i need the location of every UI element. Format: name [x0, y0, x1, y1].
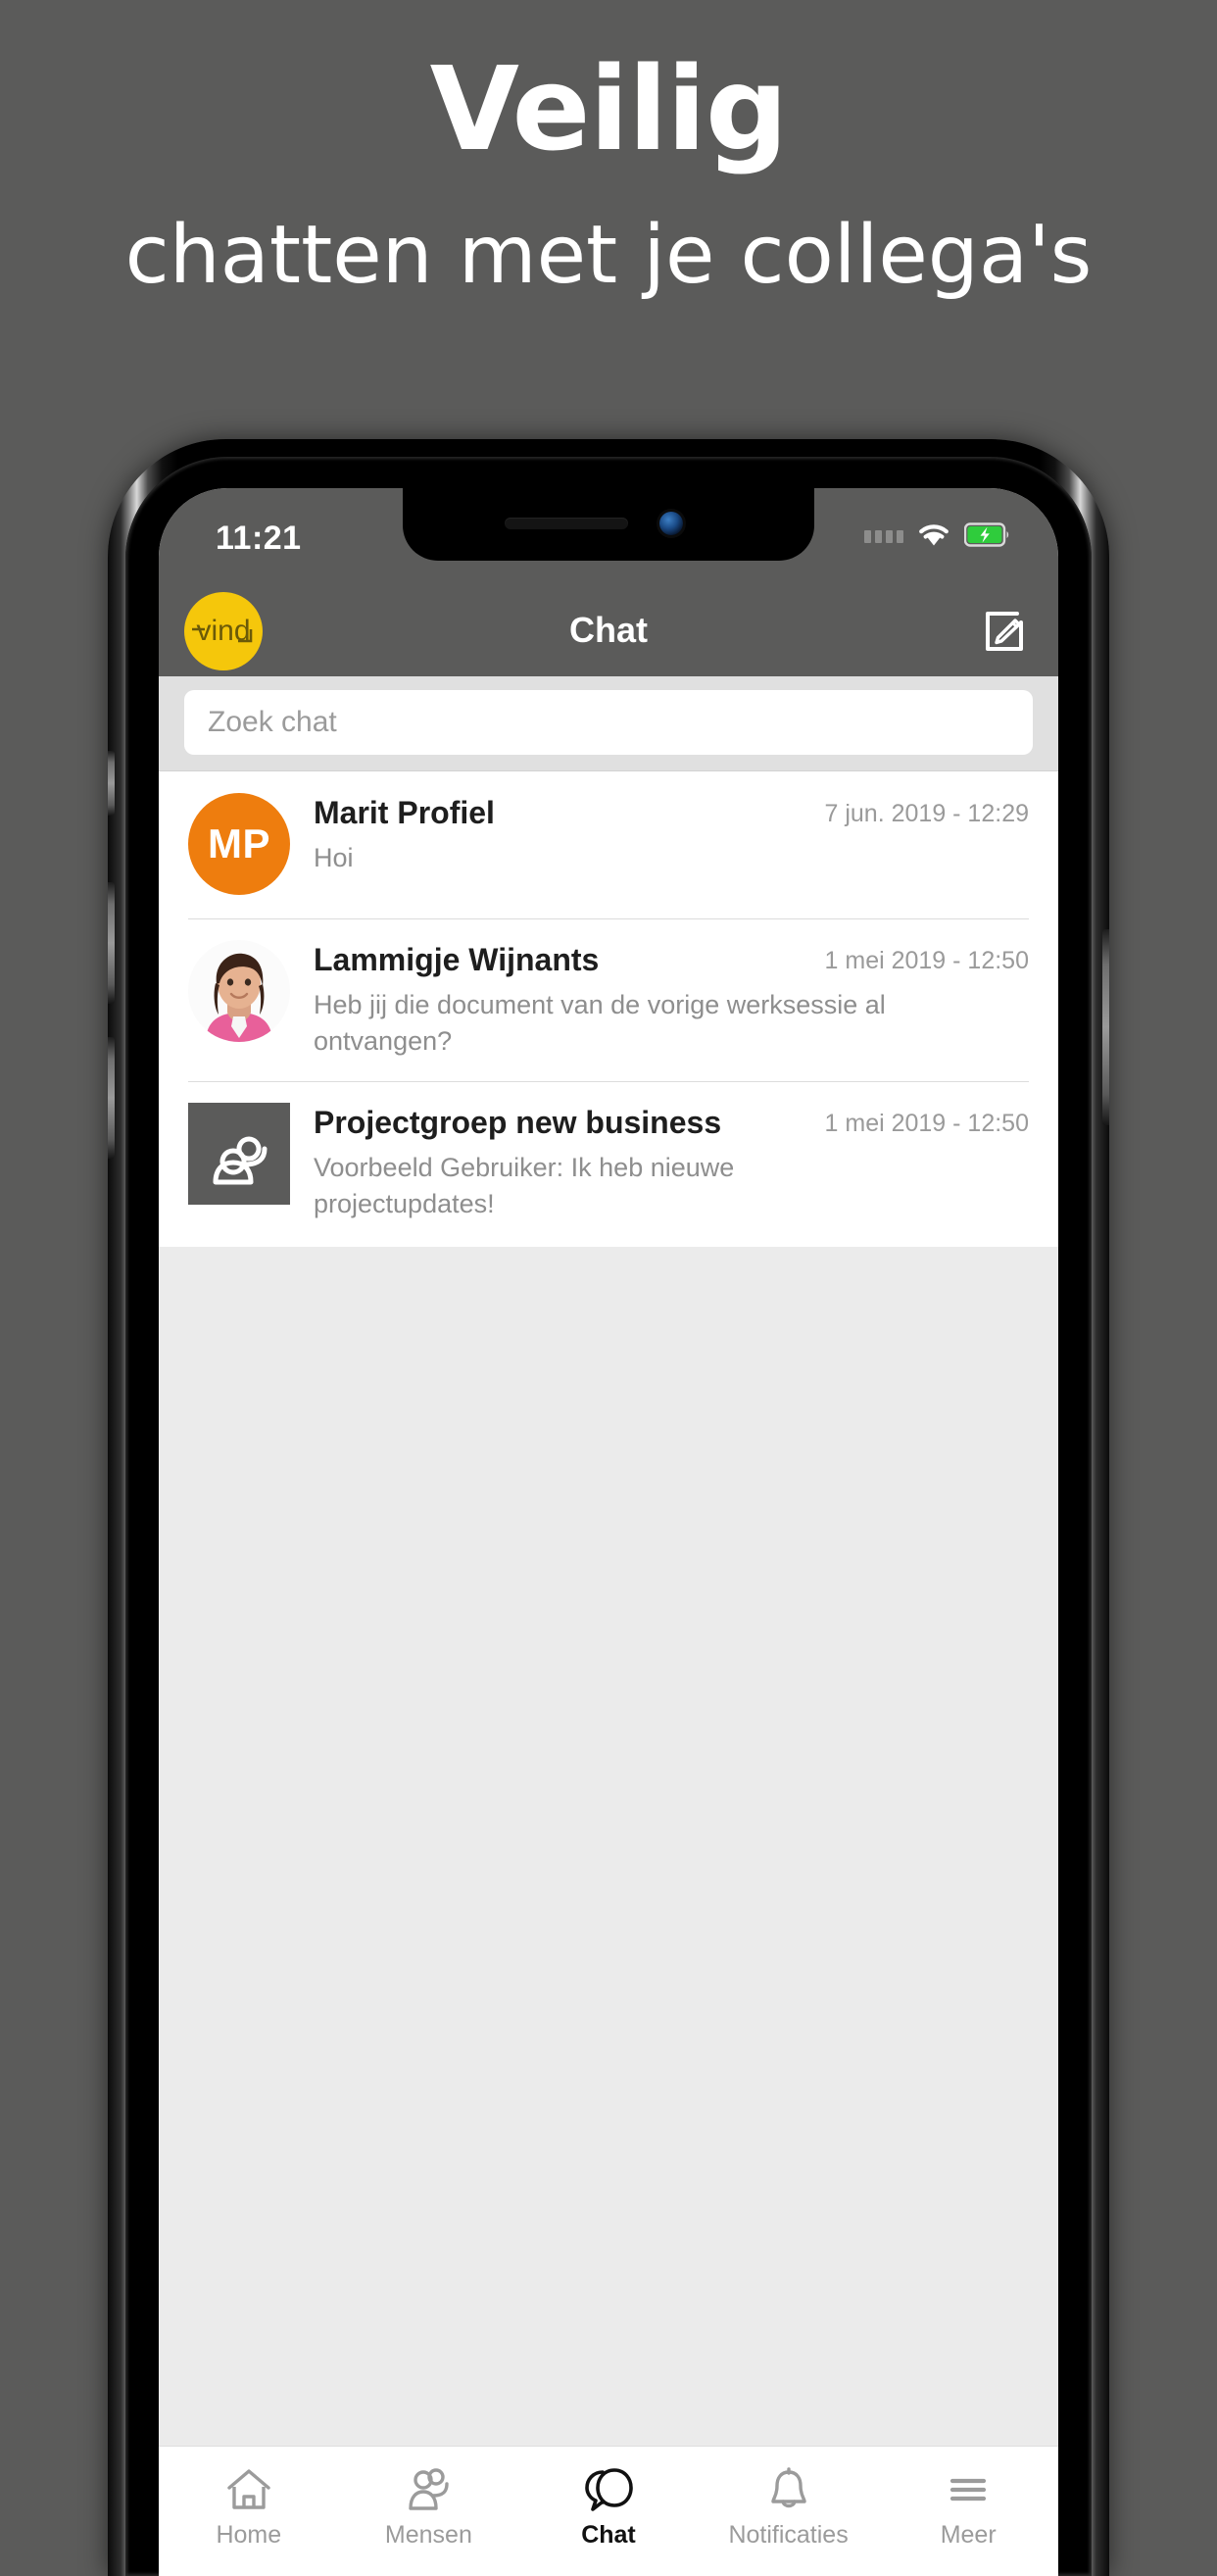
chat-item-body: Projectgroep new business 1 mei 2019 - 1… — [314, 1103, 1029, 1222]
chat-list-item[interactable]: MP Marit Profiel 7 jun. 2019 - 12:29 Hoi — [159, 771, 1058, 918]
status-bar-time: 11:21 — [216, 520, 302, 557]
volume-down-button[interactable] — [108, 1037, 115, 1159]
chat-item-name: Projectgroep new business — [314, 1105, 722, 1141]
wifi-icon — [917, 521, 950, 552]
avatar-photo — [188, 940, 290, 1042]
tab-meer[interactable]: Meer — [878, 2447, 1058, 2576]
page-title: Chat — [569, 610, 648, 650]
hamburger-menu-icon — [943, 2464, 994, 2515]
tab-home[interactable]: Home — [159, 2447, 339, 2576]
promo-headline: Veilig — [429, 41, 789, 176]
chat-item-preview: Heb jij die document van de vorige werks… — [314, 989, 886, 1057]
chat-item-name: Lammigje Wijnants — [314, 942, 600, 977]
tab-label: Chat — [581, 2521, 636, 2549]
chat-list: MP Marit Profiel 7 jun. 2019 - 12:29 Hoi — [159, 771, 1058, 1247]
tab-notificaties[interactable]: Notificaties — [699, 2447, 879, 2576]
chat-item-name: Marit Profiel — [314, 795, 495, 830]
promo-headline-block: Veilig chatten met je collega's — [0, 0, 1217, 298]
chat-list-item[interactable]: Projectgroep new business 1 mei 2019 - 1… — [159, 1081, 1058, 1244]
avatar-initials-text: MP — [208, 820, 270, 867]
people-icon — [403, 2464, 454, 2515]
mute-switch-button[interactable] — [108, 751, 115, 816]
chat-item-header: Marit Profiel 7 jun. 2019 - 12:29 — [314, 795, 1029, 831]
search-input[interactable] — [184, 690, 1033, 755]
phone-notch — [403, 488, 814, 561]
tab-label: Mensen — [384, 2521, 472, 2549]
tab-label: Meer — [940, 2521, 997, 2549]
tab-mensen[interactable]: Mensen — [339, 2447, 519, 2576]
bell-icon — [763, 2464, 814, 2515]
front-camera-icon — [659, 512, 683, 535]
bottom-tab-bar: Home Mensen Chat Notificaties Meer — [159, 2446, 1058, 2576]
chat-item-header: Projectgroep new business 1 mei 2019 - 1… — [314, 1105, 1029, 1141]
search-bar-container — [159, 676, 1058, 771]
chat-item-header: Lammigje Wijnants 1 mei 2019 - 12:50 — [314, 942, 1029, 978]
app-nav-bar: vind Chat — [159, 586, 1058, 676]
tab-chat[interactable]: Chat — [518, 2447, 699, 2576]
avatar-group-icon — [188, 1103, 290, 1206]
phone-device-frame: 11:21 vind Chat Zoek chat MP Marit Profi… — [108, 439, 1109, 2576]
status-bar-indicators — [864, 521, 1011, 552]
chat-list-item[interactable]: Lammigje Wijnants 1 mei 2019 - 12:50 Heb… — [159, 918, 1058, 1081]
home-icon — [223, 2464, 274, 2515]
chat-item-body: Lammigje Wijnants 1 mei 2019 - 12:50 Heb… — [314, 940, 1029, 1060]
compose-pencil-icon[interactable] — [978, 606, 1029, 657]
avatar-initials: MP — [188, 793, 290, 895]
chat-item-body: Marit Profiel 7 jun. 2019 - 12:29 Hoi — [314, 793, 1029, 897]
chat-bubbles-icon — [581, 2464, 636, 2515]
chat-item-timestamp: 1 mei 2019 - 12:50 — [824, 1110, 1029, 1138]
chat-item-preview: Voorbeeld Gebruiker: Ik heb nieuwe proje… — [314, 1153, 735, 1219]
power-button[interactable] — [1102, 929, 1109, 1125]
earpiece-speaker-icon — [505, 518, 628, 529]
battery-charging-icon — [963, 521, 1011, 552]
chat-item-preview: Hoi — [314, 842, 354, 872]
promo-subheadline: chatten met je collega's — [124, 209, 1093, 302]
tab-label: Home — [216, 2521, 282, 2549]
chat-item-timestamp: 1 mei 2019 - 12:50 — [824, 947, 1029, 974]
signal-bars-icon — [864, 530, 903, 543]
phone-screen: 11:21 vind Chat Zoek chat MP Marit Profi… — [159, 488, 1058, 2576]
chat-item-timestamp: 7 jun. 2019 - 12:29 — [824, 800, 1030, 827]
tab-label: Notificaties — [728, 2521, 849, 2549]
volume-up-button[interactable] — [108, 882, 115, 1004]
